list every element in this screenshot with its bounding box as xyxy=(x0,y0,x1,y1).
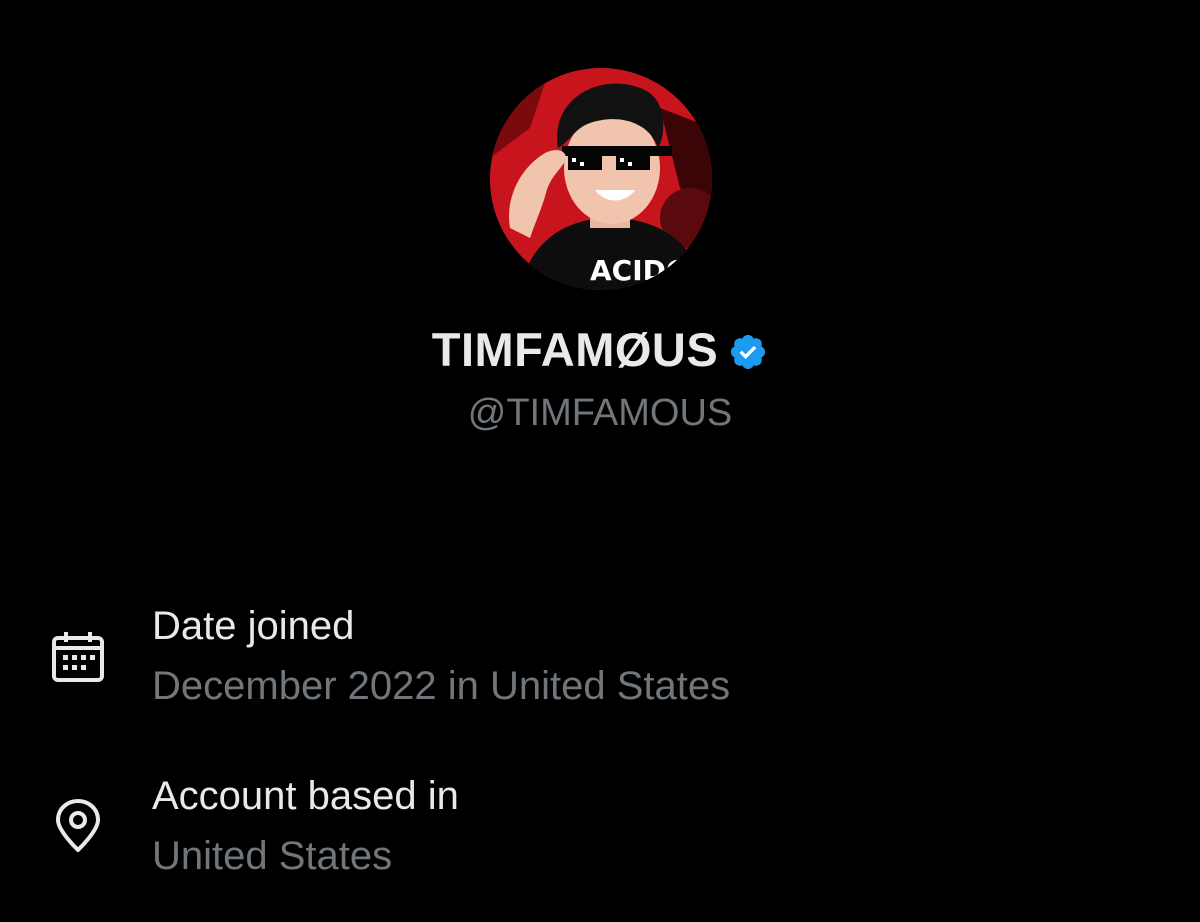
account-based-in-item: Account based in United States xyxy=(0,770,1200,900)
calendar-icon xyxy=(50,630,106,686)
account-based-in-value: United States xyxy=(152,834,393,878)
account-based-in-label: Account based in xyxy=(152,774,459,818)
avatar[interactable]: ACIDC xyxy=(490,68,712,290)
display-name: TIMFAMØUS xyxy=(431,323,719,376)
display-name-row: TIMFAMØUS xyxy=(0,322,1200,377)
date-joined-label: Date joined xyxy=(152,604,355,648)
location-pin-icon xyxy=(50,798,106,854)
date-joined-value: December 2022 in United States xyxy=(152,664,731,708)
account-info-page: ACIDC TIMFAMØUS @TIMFAMOUS Date joined D… xyxy=(0,0,1200,922)
verified-badge-icon xyxy=(728,332,768,372)
date-joined-item: Date joined December 2022 in United Stat… xyxy=(0,600,1200,730)
avatar-shirt-text: ACIDC xyxy=(590,254,686,287)
username-handle: @TIMFAMOUS xyxy=(467,392,733,434)
